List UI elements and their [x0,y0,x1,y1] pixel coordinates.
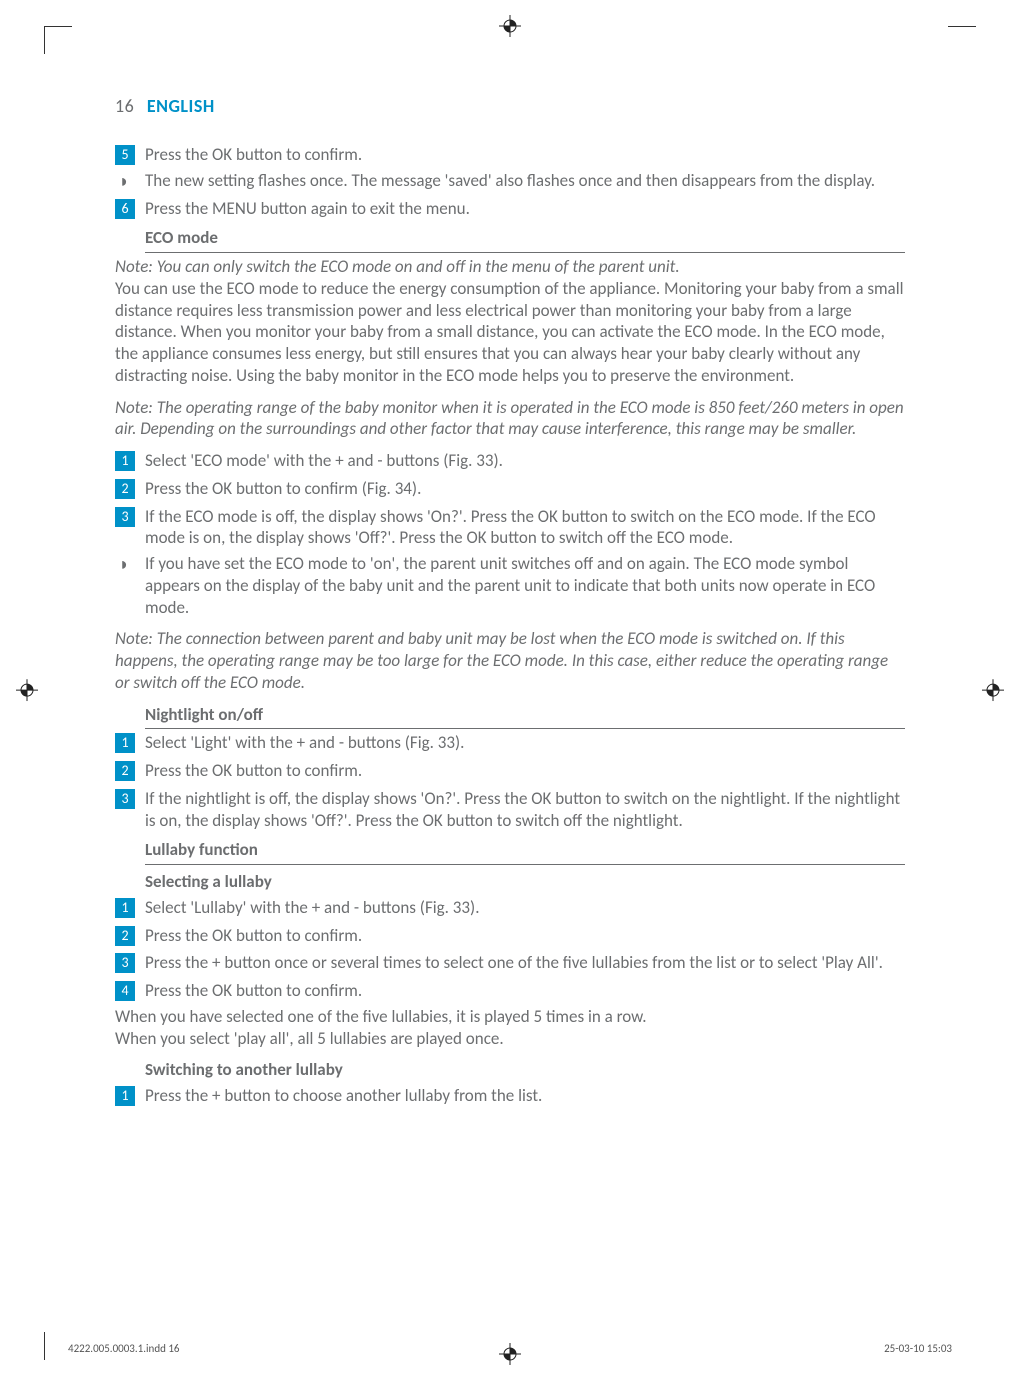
step-number: 2 [115,926,135,946]
lullaby-step-2: 2 Press the OK button to confirm. [115,925,905,947]
lullaby-para-1: When you have selected one of the five l… [115,1006,905,1028]
bullet-icon: ◗ [115,172,133,192]
page-number: 16 [115,95,134,117]
registration-mark-icon [982,679,1004,707]
eco-mode-heading: ECO mode [145,227,905,253]
step-number: 2 [115,479,135,499]
lullaby-para-2: When you select 'play all', all 5 lullab… [115,1028,905,1050]
registration-mark-icon [499,15,521,43]
step-number: 1 [115,898,135,918]
step-number: 1 [115,451,135,471]
lullaby-step-3: 3 Press the + button once or several tim… [115,952,905,974]
step-number: 1 [115,733,135,753]
lullaby-heading: Lullaby function [145,839,905,865]
page-header: 16 ENGLISH [115,95,905,118]
step-number: 1 [115,1086,135,1106]
step-5: 5 Press the OK button to confirm. [115,144,905,166]
bullet-icon: ◗ [115,555,133,618]
eco-note-2: Note: The operating range of the baby mo… [115,397,905,441]
night-step-3: 3 If the nightlight is off, the display … [115,788,905,832]
lullaby-sub-selecting: Selecting a lullaby [145,871,905,893]
crop-mark [948,26,976,54]
lullaby-step-4: 4 Press the OK button to confirm. [115,980,905,1002]
lullaby-switch-step-1: 1 Press the + button to choose another l… [115,1085,905,1107]
step-number: 6 [115,199,135,219]
step-number: 4 [115,981,135,1001]
language-label: ENGLISH [147,95,215,117]
step-number: 3 [115,507,135,527]
night-step-1: 1 Select 'Light' with the + and - button… [115,732,905,754]
night-step-2: 2 Press the OK button to confirm. [115,760,905,782]
page-content: 16 ENGLISH 5 Press the OK button to conf… [115,95,905,1291]
nightlight-heading: Nightlight on/off [145,704,905,730]
footer-right: 25-03-10 15:03 [884,1342,952,1356]
eco-note-1: Note: You can only switch the ECO mode o… [115,256,905,278]
footer-left: 4222.005.0003.1.indd 16 [68,1342,180,1356]
eco-step-3: 3 If the ECO mode is off, the display sh… [115,506,905,550]
crop-mark [44,26,72,54]
eco-para-1: You can use the ECO mode to reduce the e… [115,278,905,387]
step-5-bullet: ◗ The new setting flashes once. The mess… [115,170,905,192]
eco-step-1: 1 Select 'ECO mode' with the + and - but… [115,450,905,472]
lullaby-sub-switching: Switching to another lullaby [145,1059,905,1081]
step-number: 5 [115,145,135,165]
step-number: 3 [115,789,135,809]
step-6: 6 Press the MENU button again to exit th… [115,198,905,220]
eco-note-3: Note: The connection between parent and … [115,628,905,693]
eco-step-3-bullet: ◗ If you have set the ECO mode to 'on', … [115,553,905,618]
lullaby-step-1: 1 Select 'Lullaby' with the + and - butt… [115,897,905,919]
registration-mark-icon [16,679,38,707]
print-footer: 4222.005.0003.1.indd 16 25-03-10 15:03 [68,1342,952,1356]
eco-step-2: 2 Press the OK button to confirm (Fig. 3… [115,478,905,500]
step-number: 3 [115,953,135,973]
step-number: 2 [115,761,135,781]
